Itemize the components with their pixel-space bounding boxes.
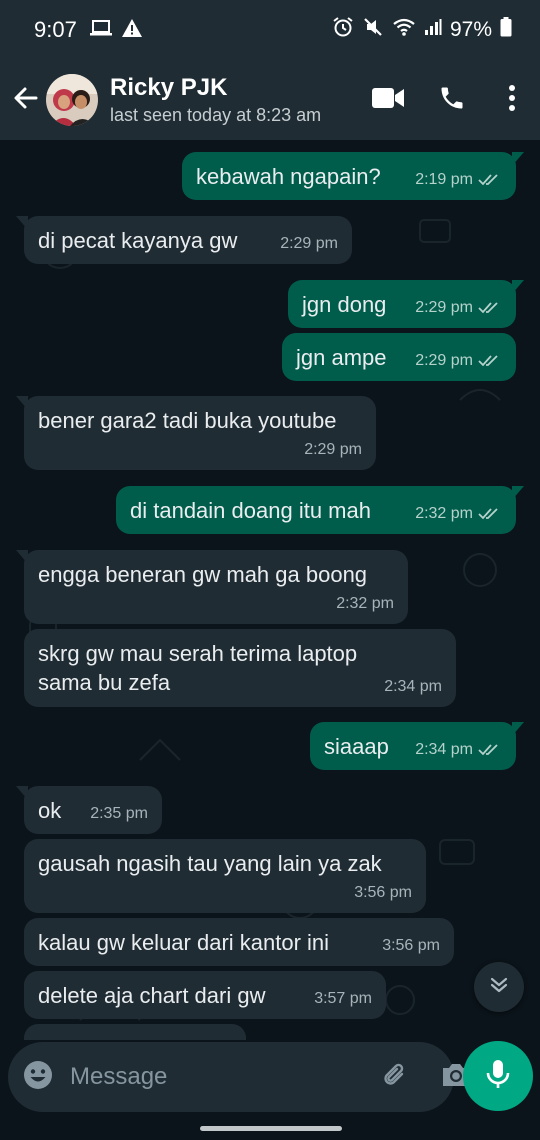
message-time: 2:32 pm [415, 505, 473, 522]
message-time: 3:56 pm [354, 884, 412, 901]
message-bubble-partial[interactable] [24, 1024, 246, 1040]
message-input[interactable] [70, 1063, 380, 1091]
message-time: 2:29 pm [304, 441, 362, 458]
emoji-icon [22, 1059, 54, 1096]
chat-area[interactable]: kebawah ngapain? 2:19 pm di pecat kayany… [0, 140, 540, 1040]
message-composer [8, 1042, 469, 1112]
paperclip-icon [380, 1060, 410, 1095]
attach-button[interactable] [380, 1060, 410, 1095]
message-text: jgn ampe [296, 345, 387, 370]
message-bubble-incoming[interactable]: skrg gw mau serah terima laptop sama bu … [24, 629, 456, 707]
message-text: di tandain doang itu mah [130, 498, 371, 523]
message-text: di pecat kayanya gw [38, 228, 238, 253]
more-options-button[interactable] [484, 68, 540, 132]
message-text: skrg gw mau serah terima laptop sama bu … [38, 641, 358, 695]
last-seen: last seen today at 8:23 am [110, 105, 322, 125]
message-time: 2:29 pm [415, 299, 473, 316]
message-bubble-outgoing[interactable]: kebawah ngapain? 2:19 pm [182, 152, 524, 200]
alarm-icon [332, 16, 354, 44]
double-chevron-down-icon [488, 974, 510, 1001]
back-arrow-icon [12, 84, 40, 117]
message-bubble-incoming[interactable]: kalau gw keluar dari kantor ini 3:56 pm [24, 918, 454, 966]
battery-icon [500, 17, 512, 43]
message-text: kalau gw keluar dari kantor ini [38, 930, 330, 955]
message-text: ok [38, 798, 62, 823]
read-receipt-icon [478, 293, 502, 322]
scroll-to-bottom-button[interactable] [474, 962, 524, 1012]
back-button[interactable] [4, 78, 48, 122]
laptop-icon [89, 18, 113, 43]
emoji-button[interactable] [22, 1059, 54, 1096]
message-time: 3:56 pm [382, 937, 440, 954]
warning-icon [121, 18, 143, 43]
video-call-button[interactable] [356, 68, 420, 132]
wifi-icon [392, 17, 416, 43]
message-text: engga beneran gw mah ga boong [38, 562, 368, 587]
read-receipt-icon [478, 735, 502, 764]
message-time: 2:19 pm [415, 171, 473, 188]
message-text: gausah ngasih tau yang lain ya zak [38, 851, 382, 876]
message-text: jgn dong [302, 292, 387, 317]
signal-icon [424, 18, 442, 42]
message-bubble-incoming[interactable]: delete aja chart dari gw 3:57 pm [24, 971, 386, 1019]
message-bubble-incoming[interactable]: engga beneran gw mah ga boong 2:32 pm [16, 550, 408, 624]
message-bubble-outgoing[interactable]: jgn dong 2:29 pm [288, 280, 524, 328]
message-time: 2:34 pm [384, 678, 442, 695]
message-time: 2:35 pm [90, 805, 148, 822]
message-bubble-incoming[interactable]: gausah ngasih tau yang lain ya zak 3:56 … [24, 839, 426, 913]
read-receipt-icon [478, 499, 502, 528]
read-receipt-icon [478, 165, 502, 194]
message-time: 2:29 pm [280, 235, 338, 252]
voice-message-button[interactable] [463, 1041, 533, 1111]
mute-icon [362, 16, 384, 44]
voice-call-button[interactable] [420, 68, 484, 132]
avatar[interactable] [46, 74, 98, 126]
chat-header: Ricky PJK last seen today at 8:23 am [0, 60, 540, 140]
microphone-icon [485, 1058, 511, 1095]
message-bubble-incoming[interactable]: di pecat kayanya gw 2:29 pm [16, 216, 352, 264]
message-bubble-incoming[interactable]: ok 2:35 pm [16, 786, 162, 834]
status-bar: 9:07 97% [0, 0, 540, 60]
message-bubble-outgoing[interactable]: siaaap 2:34 pm [310, 722, 524, 770]
more-vert-icon [508, 84, 516, 117]
message-time: 2:29 pm [415, 352, 473, 369]
contact-name: Ricky PJK [110, 74, 228, 101]
message-bubble-outgoing[interactable]: jgn ampe 2:29 pm [282, 333, 516, 381]
message-bubble-incoming[interactable]: bener gara2 tadi buka youtube 2:29 pm [16, 396, 376, 470]
message-bubble-outgoing[interactable]: di tandain doang itu mah 2:32 pm [116, 486, 524, 534]
home-gesture-bar[interactable] [200, 1126, 342, 1131]
message-text: bener gara2 tadi buka youtube [38, 408, 337, 433]
contact-info[interactable]: Ricky PJK last seen today at 8:23 am [110, 74, 321, 126]
read-receipt-icon [478, 346, 502, 375]
message-text: siaaap [324, 734, 389, 759]
battery-percent: 97% [449, 18, 492, 41]
message-time: 2:34 pm [415, 741, 473, 758]
status-time: 9:07 [34, 17, 77, 42]
message-text: delete aja chart dari gw [38, 983, 266, 1008]
video-call-icon [372, 87, 404, 114]
message-time: 2:32 pm [336, 595, 394, 612]
message-time: 3:57 pm [314, 990, 372, 1007]
phone-icon [438, 84, 466, 117]
message-text: kebawah ngapain? [196, 164, 381, 189]
